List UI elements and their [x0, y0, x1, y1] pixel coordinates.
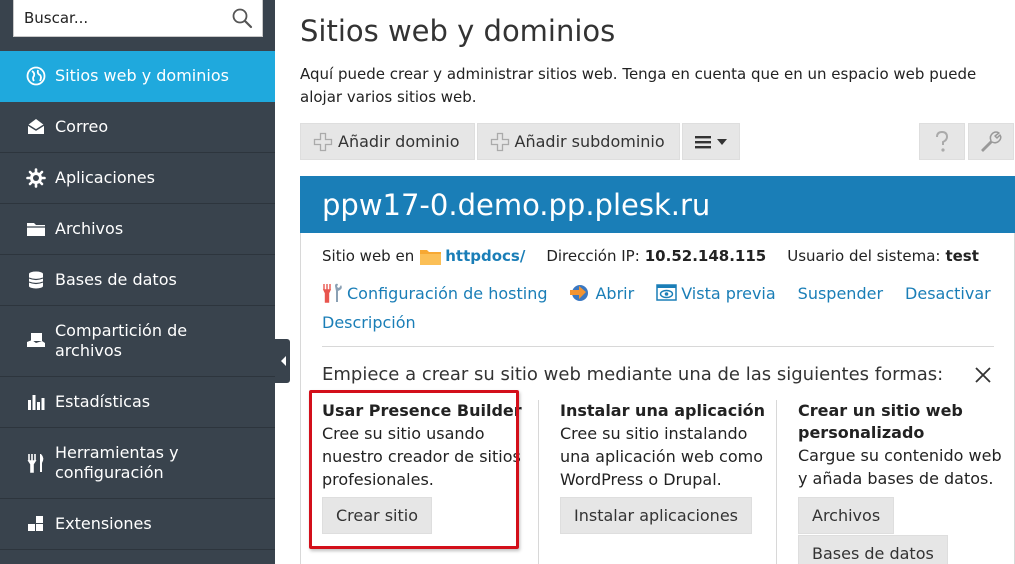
- sidebar-item-websites-domains[interactable]: Sitios web y dominios: [0, 51, 275, 102]
- option-line: Cree su sitio usando: [322, 424, 485, 443]
- sidebar-item-statistics[interactable]: Estadísticas: [0, 377, 275, 428]
- sidebar-collapse-toggle[interactable]: [275, 339, 290, 383]
- chevron-left-icon: [280, 356, 286, 366]
- option-title: Usar Presence Builder: [322, 401, 522, 420]
- plus-icon: [313, 132, 333, 151]
- open-arrow-icon: [570, 285, 589, 301]
- close-icon[interactable]: [972, 364, 994, 386]
- toolbar: Añadir dominio Añadir subdominio: [300, 123, 740, 160]
- sidebar-item-label: Archivos: [55, 219, 124, 238]
- option-line: profesionales.: [322, 470, 434, 489]
- hosting-tools-icon: [322, 283, 342, 303]
- bar-chart-icon: [26, 392, 46, 412]
- sidebar-item-mail[interactable]: Correo: [0, 102, 275, 153]
- add-subdomain-label: Añadir subdominio: [514, 132, 665, 151]
- sidebar: Sitios web y dominios Correo Aplicacione…: [0, 0, 275, 564]
- option-title: Crear un sitio web: [798, 401, 963, 420]
- sidebar-item-files[interactable]: Archivos: [0, 204, 275, 255]
- deactivate-link[interactable]: Desactivar: [905, 284, 991, 303]
- option-line: y añada bases de datos.: [798, 469, 994, 488]
- system-user-value: test: [945, 247, 979, 265]
- column-separator: [776, 400, 777, 564]
- question-icon: [936, 130, 949, 152]
- files-button[interactable]: Archivos: [798, 497, 895, 534]
- option-title: Instalar una aplicación: [560, 401, 766, 420]
- help-button[interactable]: [919, 123, 965, 160]
- option-presence-builder: Usar Presence Builder Cree su sitio usan…: [322, 400, 522, 491]
- open-label: Abrir: [595, 283, 635, 303]
- domain-name[interactable]: ppw17-0.demo.pp.plesk.ru: [322, 188, 710, 222]
- domain-info-row: Sitio web en httpdocs/ Dirección IP: 10.…: [322, 247, 979, 265]
- sidebar-item-label: Sitios web y dominios: [55, 66, 229, 85]
- search-icon[interactable]: [230, 6, 254, 30]
- sidebar-item-label: Bases de datos: [55, 270, 177, 289]
- hosting-settings-link[interactable]: Configuración de hosting: [322, 283, 547, 303]
- sidebar-item-applications[interactable]: Aplicaciones: [0, 153, 275, 204]
- globe-icon: [26, 66, 46, 86]
- hamburger-icon: [694, 135, 711, 148]
- gear-icon: [26, 168, 46, 188]
- add-domain-label: Añadir dominio: [338, 132, 460, 151]
- file-share-icon: [26, 331, 46, 351]
- sidebar-item-label: Estadísticas: [55, 392, 151, 411]
- system-user-label: Usuario del sistema:: [787, 247, 941, 265]
- more-actions-menu-button[interactable]: [681, 123, 740, 160]
- site-label: Sitio web en: [322, 247, 415, 265]
- httpdocs-link[interactable]: httpdocs/: [445, 247, 525, 265]
- option-line: WordPress o Drupal.: [560, 470, 722, 489]
- folder-icon: [26, 219, 46, 239]
- option-line: Cree su sitio instalando: [560, 424, 748, 443]
- add-domain-button[interactable]: Añadir dominio: [300, 123, 475, 160]
- start-heading: Empiece a crear su sitio web mediante un…: [322, 364, 944, 385]
- sidebar-item-file-sharing[interactable]: Compartición de archivos: [0, 306, 275, 377]
- search-box: [13, 0, 263, 37]
- search-input[interactable]: [14, 0, 262, 36]
- suspend-link[interactable]: Suspender: [798, 284, 883, 303]
- settings-wrench-button[interactable]: [968, 123, 1014, 160]
- plus-icon: [490, 132, 509, 151]
- option-custom-site: Crear un sitio web personalizado Cargue …: [798, 400, 1002, 490]
- option-title: personalizado: [798, 423, 925, 442]
- sidebar-item-databases[interactable]: Bases de datos: [0, 255, 275, 306]
- create-site-button[interactable]: Crear sitio: [322, 497, 432, 534]
- sidebar-item-label: Correo: [55, 117, 109, 136]
- database-icon: [26, 270, 46, 290]
- preview-eye-icon: [656, 284, 677, 301]
- description-link[interactable]: Descripción: [322, 313, 416, 332]
- open-link[interactable]: Abrir: [569, 283, 634, 303]
- option-install-app: Instalar una aplicación Cree su sitio in…: [560, 400, 765, 491]
- caret-down-icon: [716, 138, 727, 145]
- folder-icon: [420, 249, 442, 265]
- add-subdomain-button[interactable]: Añadir subdominio: [476, 123, 680, 160]
- divider: [322, 346, 994, 347]
- preview-link[interactable]: Vista previa: [656, 283, 776, 303]
- databases-button[interactable]: Bases de datos: [798, 535, 948, 564]
- sidebar-item-label: Compartición de archivos: [55, 321, 188, 360]
- page-description: Aquí puede crear y administrar sitios we…: [300, 65, 977, 106]
- option-line: Cargue su contenido web: [798, 446, 1002, 465]
- option-line: nuestro creador de sitios: [322, 447, 521, 466]
- install-apps-button[interactable]: Instalar aplicaciones: [560, 497, 752, 534]
- wrench-icon: [981, 130, 1002, 152]
- page-title: Sitios web y dominios: [300, 14, 616, 48]
- hosting-settings-label: Configuración de hosting: [347, 283, 548, 303]
- ip-value: 10.52.148.115: [644, 247, 767, 265]
- sidebar-nav: Sitios web y dominios Correo Aplicacione…: [0, 51, 275, 550]
- sidebar-item-label: Herramientas y configuración: [55, 443, 179, 482]
- sidebar-item-extensions[interactable]: Extensiones: [0, 499, 275, 550]
- domain-header: ppw17-0.demo.pp.plesk.ru: [300, 176, 1015, 233]
- tools-icon: [26, 453, 46, 473]
- extensions-icon: [26, 514, 46, 534]
- sidebar-item-label: Extensiones: [55, 514, 152, 533]
- mail-icon: [26, 117, 46, 137]
- option-line: una aplicación web como: [560, 447, 764, 466]
- preview-label: Vista previa: [681, 283, 776, 303]
- column-separator: [538, 400, 539, 564]
- domain-actions: Configuración de hosting Abrir Vista pre…: [322, 283, 1013, 303]
- sidebar-item-tools-settings[interactable]: Herramientas y configuración: [0, 428, 275, 499]
- sidebar-item-label: Aplicaciones: [55, 168, 155, 187]
- ip-label: Dirección IP:: [546, 247, 640, 265]
